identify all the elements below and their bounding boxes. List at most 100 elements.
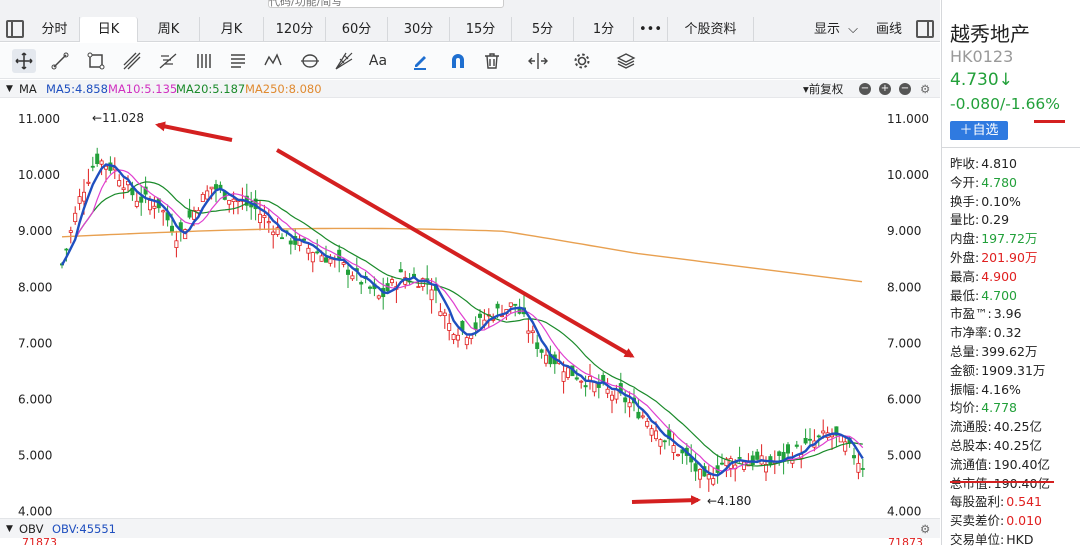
tab-0[interactable]: 分时 [30,17,80,42]
magnet-icon[interactable] [446,49,470,73]
quote-value: 197.72万 [981,231,1038,247]
bars-icon[interactable] [192,49,216,73]
tab-4[interactable]: 120分 [264,17,326,42]
candle-body [121,187,126,191]
tab-5[interactable]: 60分 [326,17,388,42]
quote-value: 3.96 [993,306,1022,322]
candle-body [398,269,403,273]
quote-value: 4.778 [981,400,1018,416]
rect-icon[interactable] [84,49,108,73]
y-axis-label-right: 11.000 [887,112,929,126]
obv-right-axis-value: 71873 [888,537,923,545]
price-change: -0.080/-1.66% [950,95,1061,113]
tab-3[interactable]: 月K [200,17,264,42]
tab-8[interactable]: 5分 [512,17,574,42]
tab-2[interactable]: 周K [138,17,200,42]
y-axis-label-right: 10.000 [887,168,929,182]
candle-body [566,367,571,378]
candle-body [742,461,747,470]
underline-mark [950,481,1054,483]
fib-icon[interactable] [156,49,180,73]
add-watchlist-button[interactable]: ＋自选 [950,121,1008,140]
draw-line-button[interactable]: 画线 [876,17,902,42]
underline-mark [1034,120,1065,123]
chart-canvas[interactable]: 11.000 11.000 10.000 10.000 9.000 9.000 8.000 8… [0,98,940,519]
display-menu[interactable]: 显示 ⌵ [814,17,858,42]
quote-row: 市净率: 0.32 [950,322,1022,341]
candle-body [816,435,821,438]
candle-body [323,257,328,263]
quote-value: 190.40亿 [993,475,1050,491]
tab-1[interactable]: 日K [80,17,138,42]
candle-body [271,231,276,236]
layers-icon[interactable] [614,49,638,73]
quote-row: 每股盈利: 0.541 [950,491,1042,510]
quote-key: 买卖差价: [950,513,1005,529]
y-axis-label-left: 10.000 [18,168,60,182]
candle-body [508,302,513,307]
candle-body [99,160,104,165]
ma-settings-icon[interactable]: ⚙ [920,80,930,98]
ma-label[interactable]: MA [19,80,37,98]
crosshair-icon[interactable] [12,49,36,73]
obv-settings-icon[interactable]: ⚙ [920,519,930,539]
plus-icon[interactable]: + [879,83,891,95]
candle-body [200,193,205,202]
stock-code: HK0123 [950,47,1014,66]
tab-11[interactable]: 个股资料 [668,17,754,42]
font-icon[interactable]: Aa [366,49,390,73]
candle-body [416,286,421,288]
candle-body [649,428,654,436]
collapse-icon[interactable]: ▼ [6,519,13,539]
adjust-menu[interactable]: ▾ 前复权 [803,80,843,98]
trash-icon[interactable] [480,49,504,73]
candle-body [367,286,372,289]
quote-key: 量比: [950,212,980,228]
cycle-icon[interactable] [298,49,322,73]
zoom-icon[interactable] [526,49,550,73]
tab-10[interactable]: ••• [634,17,668,42]
candle-body [341,262,346,265]
wave-icon[interactable] [262,49,286,73]
candle-body [306,247,311,254]
right-panel-toggle-button[interactable] [916,20,934,38]
candle-body [856,462,861,473]
candle-body [605,388,610,394]
tab-6[interactable]: 30分 [388,17,450,42]
candlestick-chart[interactable]: 11.000 11.000 10.000 10.000 9.000 9.000 8.000 8… [0,98,940,519]
quote-value: 399.62万 [981,344,1038,359]
candle-body [592,381,597,393]
candle-body [623,397,628,403]
text-box-icon[interactable] [226,49,250,73]
sidebar-toggle-button[interactable] [6,20,24,38]
quote-value: 0.29 [981,212,1010,228]
quote-row: 内盘: 197.72万 [950,228,1037,247]
quote-row: 流通值: 190.40亿 [950,454,1050,473]
candle-body [535,342,540,350]
quote-row: 金额: 1909.31万 [950,360,1045,379]
tab-9[interactable]: 1分 [574,17,634,42]
chevron-down-icon: ⌵ [848,22,859,37]
candle-body [64,248,69,251]
obv-indicator-bar: ▼ OBV OBV:45551 ⚙ [0,518,940,538]
line-icon[interactable] [48,49,72,73]
settings-icon[interactable] [570,49,594,73]
parallel-icon[interactable] [120,49,144,73]
collapse-icon[interactable]: ▼ [6,80,13,98]
gann-icon[interactable] [332,49,356,73]
y-axis-label-right: 6.000 [887,393,921,407]
minus-icon[interactable]: − [859,83,871,95]
close-icon[interactable]: − [899,83,911,95]
quote-key: 总股本: [950,438,992,453]
candle-body [117,180,122,187]
quote-key: 总市值: [950,475,992,491]
quote-key: 金额: [950,362,980,378]
candle-body [345,269,350,275]
pen-icon[interactable] [408,49,432,73]
quote-value: 40.25亿 [993,419,1043,435]
obv-label[interactable]: OBV [19,519,43,539]
candle-body [539,349,544,353]
candle-body [860,468,865,470]
tab-7[interactable]: 15分 [450,17,512,42]
search-input[interactable] [268,0,504,8]
